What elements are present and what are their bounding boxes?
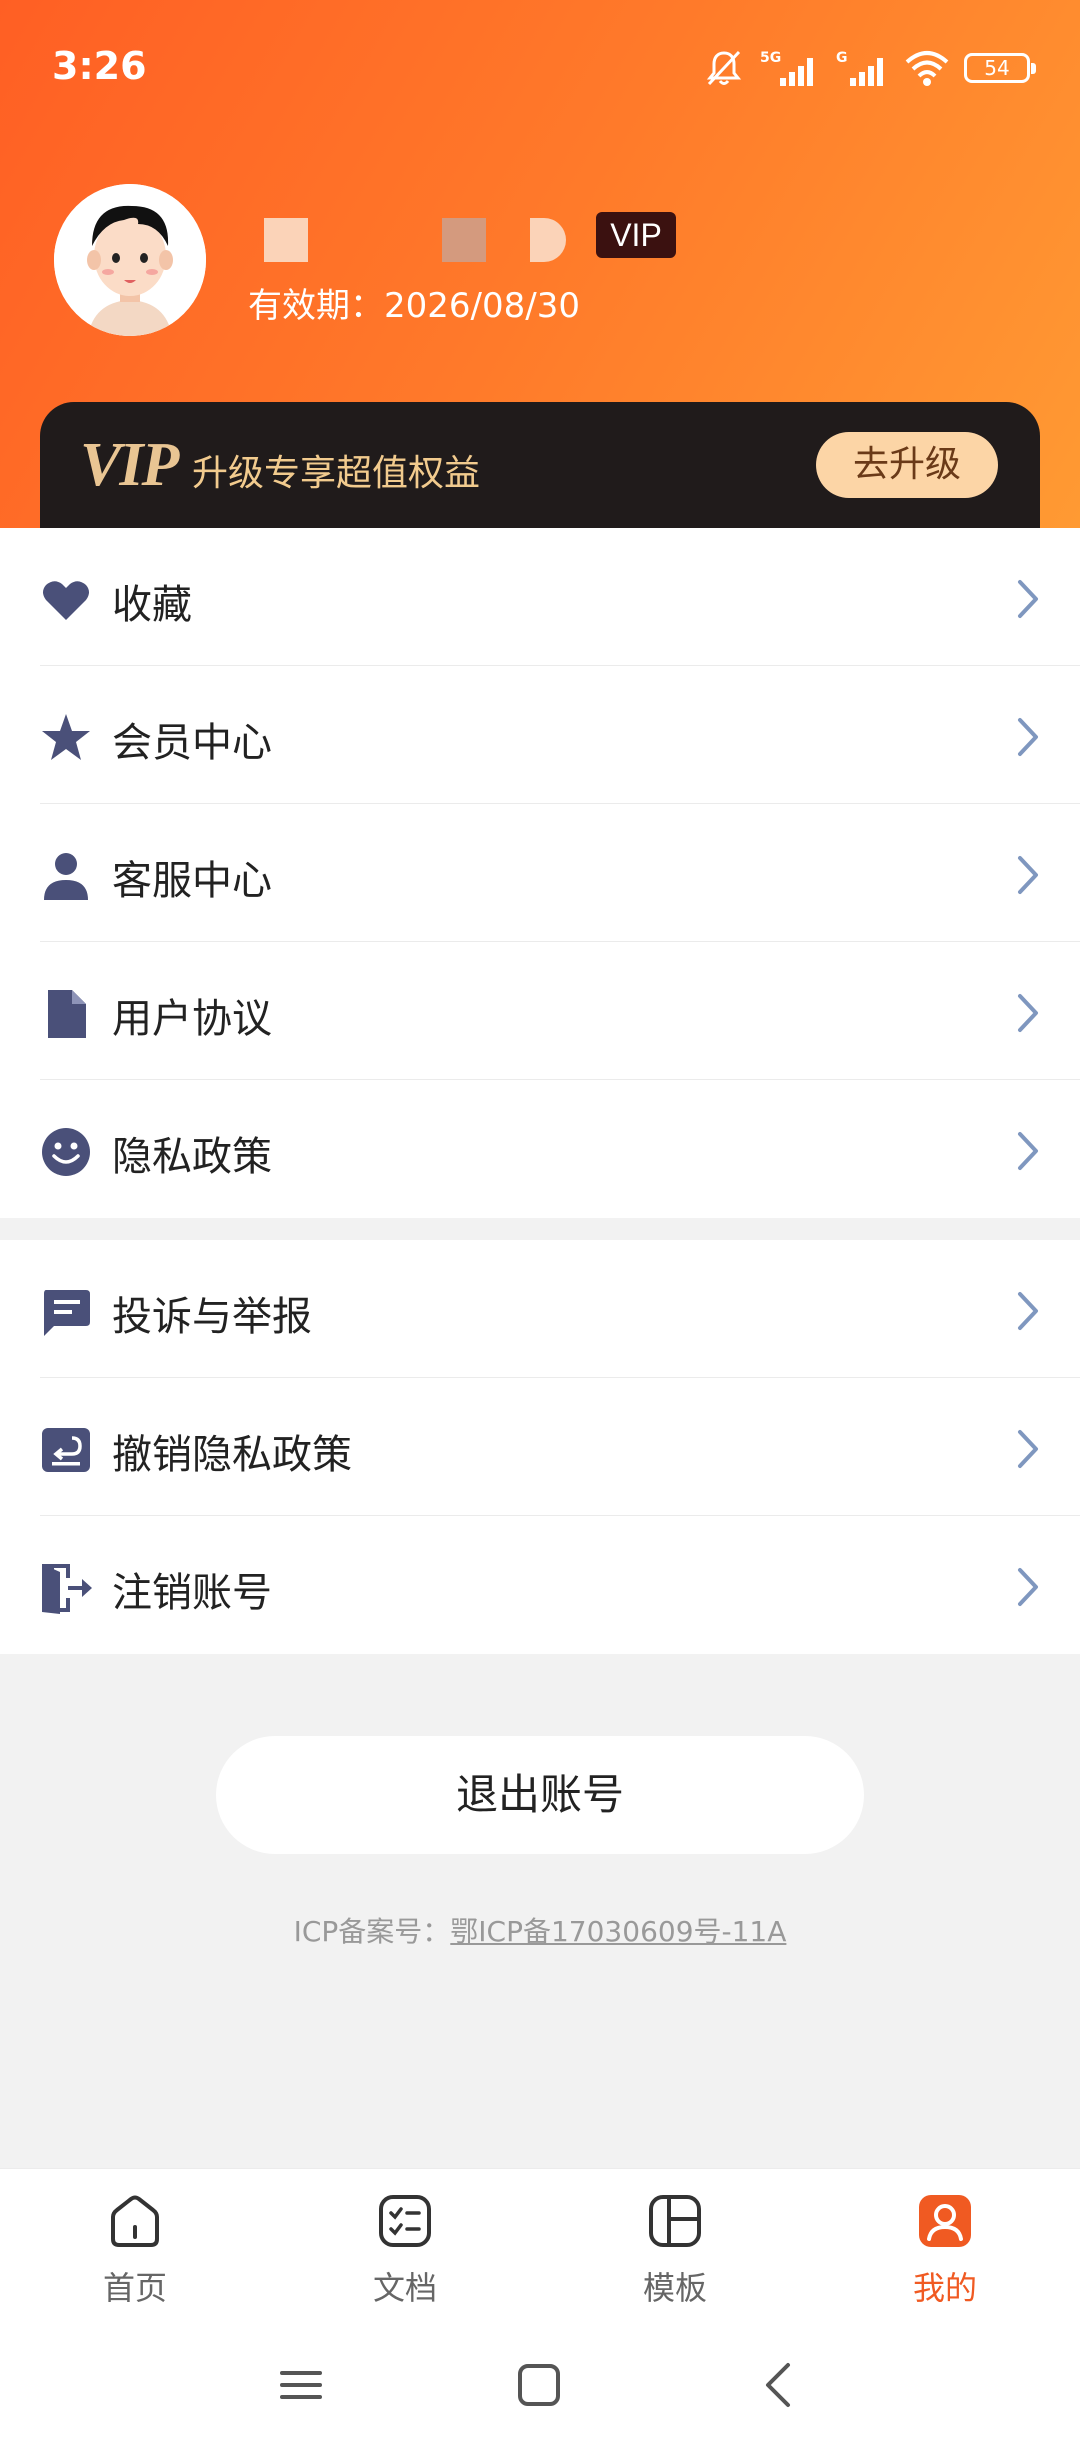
chevron-right-icon [1018, 1568, 1038, 1606]
menu-icon[interactable] [278, 2355, 324, 2415]
vip-promo-text: 升级专享超值权益 [192, 453, 481, 494]
menu-item-complaint[interactable]: 投诉与举报 [0, 1240, 1080, 1378]
avatar-face-icon [54, 184, 206, 336]
home-square-icon[interactable] [516, 2355, 562, 2415]
chevron-right-icon [1018, 994, 1038, 1032]
heart-icon [43, 581, 89, 620]
chevron-right-icon [1018, 718, 1038, 756]
menu-item-label: 用户协议 [112, 996, 272, 1042]
bottom-nav: 首页 文档 模板 我的 [0, 2168, 1080, 2460]
tab-label: 首页 [102, 2269, 167, 2307]
icp-record: ICP备案号：鄂ICP备17030609号-11A [0, 1910, 1080, 1950]
menu-item-revoke-privacy[interactable]: 撤销隐私政策 [0, 1378, 1080, 1516]
revoke-icon [42, 1428, 90, 1472]
vip-badge: VIP [596, 212, 676, 258]
tab-label: 我的 [912, 2269, 977, 2307]
chevron-right-icon [1018, 580, 1038, 618]
name-block [442, 218, 486, 262]
status-time: 3:26 [52, 44, 147, 88]
menu-group-account: 投诉与举报 撤销隐私政策 注销账号 [0, 1240, 1080, 1654]
menu-item-label: 客服中心 [112, 858, 272, 904]
person-icon [44, 853, 88, 900]
star-icon [42, 714, 90, 760]
document-icon [48, 990, 86, 1038]
system-nav-bar [0, 2355, 1080, 2455]
checklist-icon [379, 2195, 431, 2247]
profile-icon [919, 2195, 971, 2247]
vip-expiry: 有效期：2026/08/30 [248, 286, 580, 326]
chevron-right-icon [1018, 1132, 1038, 1170]
exit-icon [42, 1564, 92, 1614]
back-icon[interactable] [756, 2355, 802, 2415]
menu-item-label: 投诉与举报 [112, 1294, 312, 1340]
avatar[interactable] [54, 184, 206, 336]
tab-label: 文档 [372, 2269, 437, 2307]
battery-icon: 54 [964, 53, 1036, 83]
menu-item-favorites[interactable]: 收藏 [0, 528, 1080, 666]
upgrade-button[interactable]: 去升级 [816, 432, 998, 498]
wifi-icon [905, 51, 949, 86]
signal-g-icon: G [836, 50, 883, 86]
menu-group-main: 收藏 会员中心 客服中心 用户协议 隐私政策 [0, 528, 1080, 1218]
menu-item-label: 收藏 [112, 582, 192, 628]
menu-item-cancel-account[interactable]: 注销账号 [0, 1516, 1080, 1654]
icp-number-link[interactable]: 鄂ICP备17030609号-11A [450, 1915, 786, 1948]
svg-text:G: G [836, 50, 848, 66]
home-icon [111, 2195, 159, 2247]
tab-label: 模板 [642, 2269, 707, 2307]
template-icon [649, 2195, 701, 2247]
menu-item-label: 会员中心 [112, 720, 272, 766]
status-bar: 3:26 5G G 54 [0, 0, 1080, 140]
menu-item-label: 隐私政策 [112, 1134, 272, 1180]
tab-home[interactable]: 首页 [0, 2191, 270, 2341]
menu-item-label: 撤销隐私政策 [112, 1432, 352, 1478]
menu-item-member-center[interactable]: 会员中心 [0, 666, 1080, 804]
menu-item-privacy-policy[interactable]: 隐私政策 [0, 1080, 1080, 1218]
chevron-right-icon [1018, 1292, 1038, 1330]
status-icons: 5G G 54 [704, 46, 1036, 90]
muted-bell-icon [706, 50, 742, 86]
chevron-right-icon [1018, 856, 1038, 894]
logout-button[interactable]: 退出账号 [216, 1736, 864, 1854]
message-icon [44, 1290, 90, 1336]
icp-prefix: ICP备案号： [293, 1915, 451, 1948]
svg-text:5G: 5G [760, 50, 781, 66]
menu-item-user-agreement[interactable]: 用户协议 [0, 942, 1080, 1080]
signal-5g-icon: 5G [760, 50, 813, 86]
tab-mine[interactable]: 我的 [810, 2191, 1080, 2341]
name-block [264, 218, 308, 262]
smile-icon [42, 1128, 90, 1176]
menu-item-label: 注销账号 [112, 1570, 272, 1616]
tab-documents[interactable]: 文档 [270, 2191, 540, 2341]
menu-item-customer-service[interactable]: 客服中心 [0, 804, 1080, 942]
vip-logo: VIP [80, 431, 179, 499]
chevron-right-icon [1018, 1430, 1038, 1468]
tab-templates[interactable]: 模板 [540, 2191, 810, 2341]
